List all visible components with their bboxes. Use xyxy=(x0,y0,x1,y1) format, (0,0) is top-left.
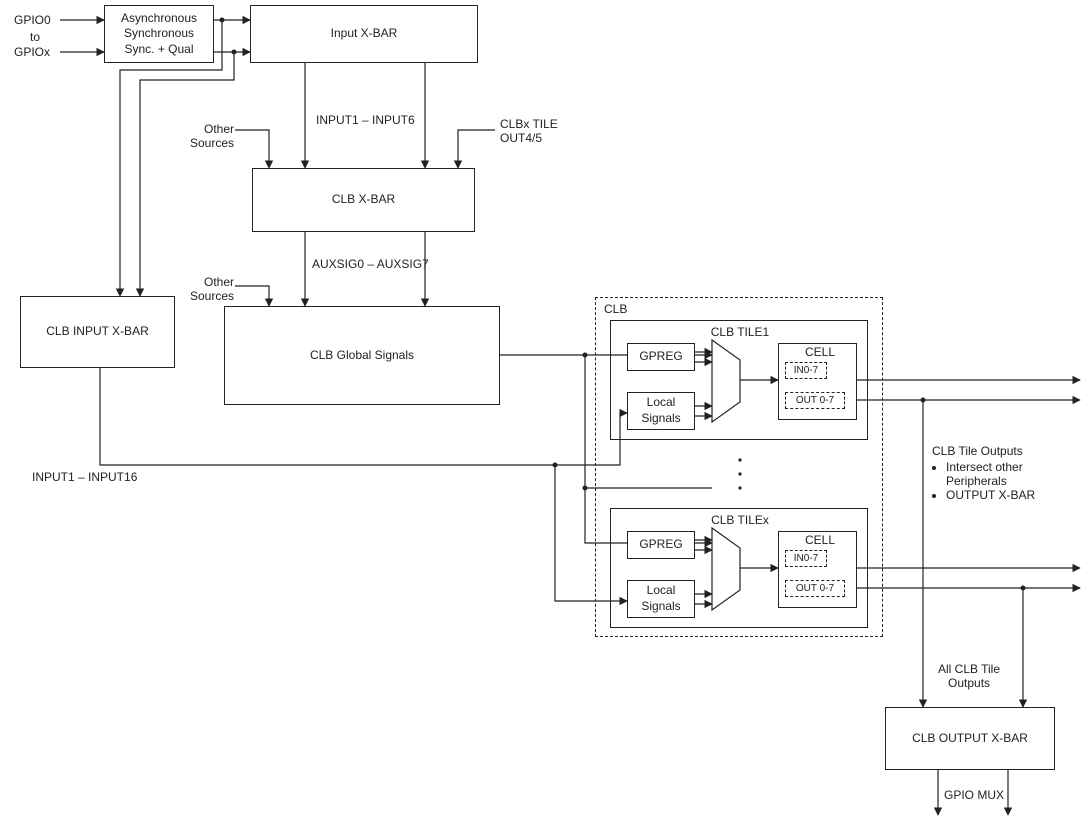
tilex-local-signals-text: LocalSignals xyxy=(641,583,680,614)
block-clb-global-text: CLB Global Signals xyxy=(310,348,414,364)
tile-outputs-description: CLB Tile Outputs Intersect otherPeripher… xyxy=(932,444,1082,502)
tilex-out07: OUT 0-7 xyxy=(785,580,845,597)
block-clb-input-xbar: CLB INPUT X-BAR xyxy=(20,296,175,368)
label-to: to xyxy=(30,30,40,44)
tile1-in07: IN0-7 xyxy=(785,362,827,379)
tilex-gpreg: GPREG xyxy=(627,531,695,559)
block-clb-xbar-text: CLB X-BAR xyxy=(332,192,395,208)
label-all-outputs: All CLB TileOutputs xyxy=(938,662,1000,690)
label-input1-6: INPUT1 – INPUT6 xyxy=(316,113,415,127)
label-auxsig: AUXSIG0 – AUXSIG7 xyxy=(312,257,429,271)
bullet-output-xbar: OUTPUT X-BAR xyxy=(946,488,1082,502)
tile1-in07-text: IN0-7 xyxy=(794,364,818,377)
block-clb-input-xbar-text: CLB INPUT X-BAR xyxy=(46,324,148,340)
label-input1-16: INPUT1 – INPUT16 xyxy=(32,470,137,484)
block-sync: AsynchronousSynchronousSync. + Qual xyxy=(104,5,214,63)
label-gpiox: GPIOx xyxy=(14,45,50,59)
tile1-title: CLB TILE1 xyxy=(700,325,780,339)
tile1-out07-text: OUT 0-7 xyxy=(796,394,834,407)
label-gpio0: GPIO0 xyxy=(14,13,51,27)
block-input-xbar-text: Input X-BAR xyxy=(331,26,398,42)
tilex-cell-title: CELL xyxy=(805,533,835,547)
diagram-canvas: GPIO0 to GPIOx AsynchronousSynchronousSy… xyxy=(0,0,1091,823)
tile1-gpreg: GPREG xyxy=(627,343,695,371)
label-other-sources-2: OtherSources xyxy=(190,275,234,303)
tilex-gpreg-text: GPREG xyxy=(639,537,682,553)
tilex-in07-text: IN0-7 xyxy=(794,552,818,565)
tile1-out07: OUT 0-7 xyxy=(785,392,845,409)
tilex-in07: IN0-7 xyxy=(785,550,827,567)
tile1-local-signals: LocalSignals xyxy=(627,392,695,430)
block-clb-global: CLB Global Signals xyxy=(224,306,500,405)
label-gpio-mux: GPIO MUX xyxy=(944,788,1004,802)
label-clbx-tile-out45: CLBx TILEOUT4/5 xyxy=(500,117,558,145)
label-other-sources-1: OtherSources xyxy=(190,122,234,150)
block-clb-output-xbar: CLB OUTPUT X-BAR xyxy=(885,707,1055,770)
tilex-out07-text: OUT 0-7 xyxy=(796,582,834,595)
tilex-title: CLB TILEx xyxy=(700,513,780,527)
block-clb-xbar: CLB X-BAR xyxy=(252,168,475,232)
block-clb-output-xbar-text: CLB OUTPUT X-BAR xyxy=(912,731,1028,747)
bullet-intersect: Intersect otherPeripherals xyxy=(946,460,1082,488)
tilex-local-signals: LocalSignals xyxy=(627,580,695,618)
block-sync-text: AsynchronousSynchronousSync. + Qual xyxy=(121,11,197,58)
tile-outputs-title: CLB Tile Outputs xyxy=(932,444,1023,458)
tile1-gpreg-text: GPREG xyxy=(639,349,682,365)
label-clb: CLB xyxy=(604,302,627,316)
block-input-xbar: Input X-BAR xyxy=(250,5,478,63)
tile1-local-signals-text: LocalSignals xyxy=(641,395,680,426)
tile1-cell-title: CELL xyxy=(805,345,835,359)
